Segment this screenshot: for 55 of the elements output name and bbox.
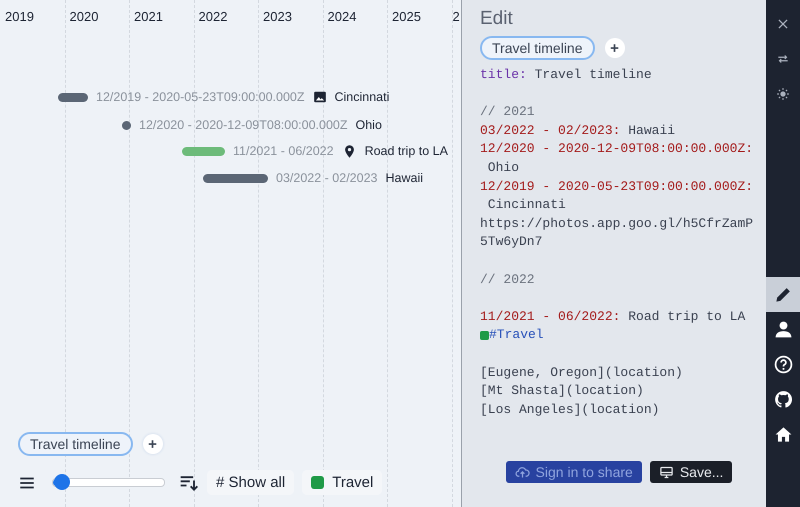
- add-button[interactable]: +: [604, 38, 625, 58]
- code-line: // 2021: [480, 103, 535, 122]
- year-label: 2021: [133, 8, 164, 24]
- event-bar[interactable]: [58, 92, 88, 102]
- home-icon: [774, 425, 792, 444]
- cloud-upload-icon: [514, 464, 530, 480]
- event-name: Road trip to LA: [364, 144, 448, 158]
- show-all-button[interactable]: # Show all: [207, 470, 294, 495]
- code-line: #Travel: [489, 326, 544, 344]
- sun-icon: [776, 86, 790, 100]
- event-name: Cincinnati: [334, 90, 390, 104]
- event-dot[interactable]: [122, 120, 131, 130]
- code-line: Ohio: [486, 158, 520, 177]
- event-dates: 11/2021 - 06/2022: [233, 144, 334, 158]
- year-label: 2024: [326, 8, 358, 24]
- code-line: 11/2021 - 06/2022: Road trip to LA: [480, 308, 746, 326]
- code-line: Cincinnati: [486, 196, 566, 214]
- share-button[interactable]: Sign in to share: [506, 461, 642, 483]
- year-label: 2020: [68, 8, 100, 24]
- code-line: [Eugene, Oregon](location): [480, 364, 683, 382]
- year-label: 2019: [4, 8, 35, 24]
- year-label: 2: [452, 8, 461, 24]
- year-label: 2025: [391, 8, 422, 24]
- slider-thumb[interactable]: [54, 474, 70, 490]
- code-line: 12/2020 - 2020-12-09T08:00:00.000Z:: [480, 140, 754, 158]
- event-bar[interactable]: [203, 174, 268, 182]
- code-line: https://photos.app.goo.gl/h5CfrZamP: [480, 214, 754, 233]
- event-dates: 12/2020 - 2020-12-09T08:00:00.000Z: [139, 118, 348, 132]
- code-line: 12/2019 - 2020-05-23T09:00:00.000Z:: [480, 178, 754, 196]
- code-line: [Los Angeles](location): [480, 400, 660, 419]
- pencil-icon: [774, 285, 792, 304]
- event-name: Hawaii: [385, 171, 423, 185]
- event-name: Ohio: [356, 118, 382, 132]
- add-button[interactable]: +: [142, 434, 163, 454]
- sidebar-tab[interactable]: [766, 277, 800, 312]
- close-icon: [776, 16, 790, 30]
- timeline-tab[interactable]: Travel timeline: [480, 36, 595, 60]
- panel-title: Edit: [480, 8, 514, 30]
- save-button[interactable]: Save...: [650, 461, 732, 483]
- person-icon: [774, 320, 792, 339]
- year-label: 2023: [262, 8, 293, 24]
- tag-filter-button[interactable]: Travel: [302, 470, 382, 495]
- year-label: 2022: [198, 8, 228, 24]
- code-line: [Mt Shasta](location): [480, 382, 644, 400]
- event-dates: 03/2022 - 02/2023: [276, 171, 378, 185]
- event-dates: 12/2019 - 2020-05-23T09:00:00.000Z: [96, 90, 304, 104]
- code-line: 03/2022 - 02/2023: Hawaii: [480, 122, 676, 140]
- code-line: 5Tw6yDn7: [480, 233, 542, 252]
- monitor-icon: [658, 464, 674, 480]
- code-line: // 2022: [480, 270, 535, 289]
- image-icon: [312, 90, 326, 104]
- help-icon: [774, 355, 792, 374]
- timeline-tab[interactable]: Travel timeline: [18, 432, 133, 456]
- code-line: title: Travel timeline: [480, 66, 652, 84]
- cat-logo-icon: [774, 390, 792, 409]
